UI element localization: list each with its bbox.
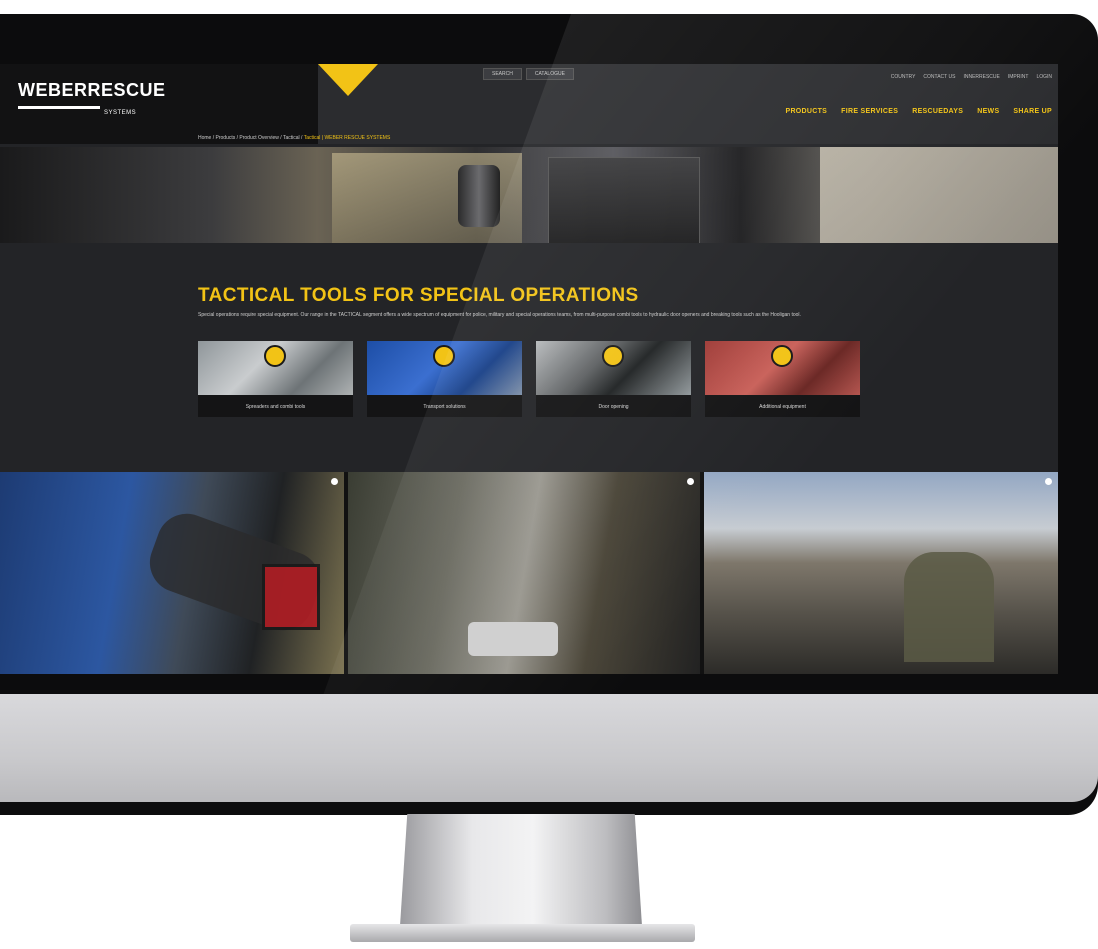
breadcrumb-path[interactable]: Home / Products / Product Overview / Tac… [198, 135, 302, 141]
nav-news[interactable]: NEWS [977, 108, 999, 115]
logo-area: WEBERRESCUE SYSTEMS [0, 64, 318, 144]
gallery-photo[interactable] [348, 472, 700, 674]
nav-share-up[interactable]: SHARE UP [1013, 108, 1052, 115]
catalogue-button[interactable]: CATALOGUE [525, 68, 574, 80]
breadcrumb-current: Tactical | WEBER RESCUE SYSTEMS [303, 135, 391, 141]
gallery-dot-icon[interactable] [331, 478, 338, 485]
search-button[interactable]: SEARCH [483, 68, 522, 80]
tactical-badge-icon [771, 345, 793, 367]
util-link-innerrescue[interactable]: INNERRESCUE [963, 74, 999, 80]
util-link-imprint[interactable]: IMPRINT [1008, 74, 1029, 80]
browser-screen: WEBERRESCUE SYSTEMS SEARCH CATALOGUE COU… [0, 64, 1058, 674]
gallery-photo[interactable] [0, 472, 344, 674]
category-cards: Spreaders and combi tools Transport solu… [198, 341, 860, 417]
gallery-dot-icon[interactable] [687, 478, 694, 485]
main-content: TACTICAL TOOLS FOR SPECIAL OPERATIONS Sp… [0, 243, 1058, 463]
category-card-additional[interactable]: Additional equipment [705, 341, 860, 417]
nav-fire-services[interactable]: FIRE SERVICES [841, 108, 898, 115]
breadcrumb: Home / Products / Product Overview / Tac… [198, 135, 390, 141]
util-link-country[interactable]: COUNTRY [891, 74, 916, 80]
category-label: Spreaders and combi tools [245, 404, 306, 410]
nav-rescuedays[interactable]: RESCUEDAYS [912, 108, 963, 115]
utility-nav: COUNTRY CONTACT US INNERRESCUE IMPRINT L… [891, 74, 1052, 80]
accent-triangle [318, 64, 378, 96]
category-card-transport[interactable]: Transport solutions [367, 341, 522, 417]
main-nav: PRODUCTS FIRE SERVICES RESCUEDAYS NEWS S… [785, 108, 1052, 115]
site-header: WEBERRESCUE SYSTEMS SEARCH CATALOGUE COU… [0, 64, 1058, 144]
photo-shape [468, 622, 558, 656]
photo-gallery [0, 472, 1058, 674]
page-title: TACTICAL TOOLS FOR SPECIAL OPERATIONS [198, 285, 639, 306]
monitor-base [350, 924, 695, 942]
util-link-login[interactable]: LOGIN [1036, 74, 1052, 80]
category-card-spreaders[interactable]: Spreaders and combi tools [198, 341, 353, 417]
hero-shape-2 [548, 157, 700, 243]
tactical-badge-icon [264, 345, 286, 367]
hero-shape-3 [820, 147, 1058, 243]
nav-products[interactable]: PRODUCTS [785, 108, 827, 115]
photo-shape [904, 552, 994, 662]
category-label: Door opening [598, 404, 629, 410]
category-card-door-opening[interactable]: Door opening [536, 341, 691, 417]
hero-cylinder [458, 165, 500, 227]
logo-subtitle: SYSTEMS [104, 110, 137, 116]
tactical-badge-icon [433, 345, 455, 367]
intro-text: Special operations require special equip… [198, 312, 801, 318]
monitor-stand [400, 814, 642, 926]
monitor-chin [0, 694, 1098, 802]
util-link-contact[interactable]: CONTACT US [923, 74, 955, 80]
gallery-photo[interactable] [704, 472, 1058, 674]
category-label: Transport solutions [423, 404, 466, 410]
top-buttons: SEARCH CATALOGUE [483, 68, 574, 80]
gallery-dot-icon[interactable] [1045, 478, 1052, 485]
category-label: Additional equipment [759, 404, 806, 410]
logo-underline [18, 106, 100, 109]
tactical-badge-icon [602, 345, 624, 367]
photo-shape-battery [262, 564, 320, 630]
site-logo[interactable]: WEBERRESCUE [18, 80, 166, 101]
hero-banner-image [0, 147, 1058, 243]
